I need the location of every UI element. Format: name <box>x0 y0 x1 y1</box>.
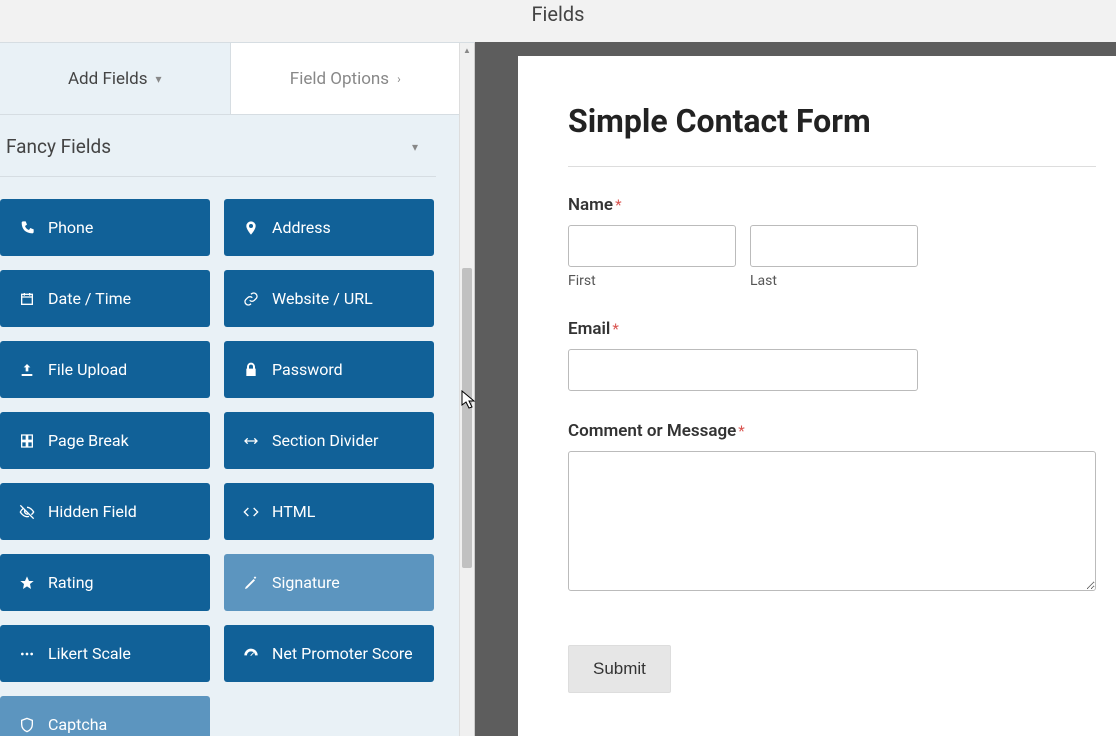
field-button-likert-scale[interactable]: Likert Scale <box>0 625 210 682</box>
code-icon <box>242 504 260 520</box>
phone-icon <box>18 220 36 236</box>
field-button-hidden-field[interactable]: Hidden Field <box>0 483 210 540</box>
star-icon <box>18 575 36 591</box>
sublabel-first: First <box>568 273 736 289</box>
field-name[interactable]: Name* First Last <box>568 195 1116 289</box>
field-button-section-divider[interactable]: Section Divider <box>224 412 434 469</box>
fields-grid: Phone Address Date / Time Website / URL File… <box>0 177 434 736</box>
sublabel-last: Last <box>750 273 918 289</box>
form-title: Simple Contact Form <box>568 102 1116 140</box>
pages-icon <box>18 433 36 449</box>
input-first-name[interactable] <box>568 225 736 267</box>
eye-off-icon <box>18 504 36 520</box>
field-button-phone[interactable]: Phone <box>0 199 210 256</box>
chevron-down-icon: ▾ <box>412 140 418 154</box>
field-button-address[interactable]: Address <box>224 199 434 256</box>
field-button-label: Captcha <box>48 715 107 734</box>
scrollbar[interactable]: ▲ <box>459 43 474 736</box>
input-comment[interactable] <box>568 451 1096 591</box>
chevron-right-icon: › <box>397 72 401 86</box>
scroll-up-icon[interactable]: ▲ <box>460 43 474 58</box>
calendar-icon <box>18 291 36 307</box>
submit-button[interactable]: Submit <box>568 645 671 693</box>
field-button-label: Phone <box>48 218 93 237</box>
pin-icon <box>242 220 260 236</box>
shield-icon <box>18 717 36 733</box>
field-button-html[interactable]: HTML <box>224 483 434 540</box>
input-email[interactable] <box>568 349 918 391</box>
gauge-icon <box>242 646 260 662</box>
label-email: Email* <box>568 319 1116 339</box>
link-icon <box>242 291 260 307</box>
divider <box>568 166 1096 167</box>
field-button-label: HTML <box>272 502 315 521</box>
field-button-signature[interactable]: Signature <box>224 554 434 611</box>
pencil-icon <box>242 575 260 591</box>
lock-icon <box>242 362 260 378</box>
required-mark: * <box>615 196 621 214</box>
required-mark: * <box>738 422 744 440</box>
field-button-net-promoter-score[interactable]: Net Promoter Score <box>224 625 434 682</box>
left-panel: Add Fields ▾ Field Options › Fancy Field… <box>0 42 475 736</box>
tab-add-fields[interactable]: Add Fields ▾ <box>0 43 230 114</box>
field-button-label: Signature <box>272 573 340 592</box>
resize-icon <box>242 433 260 449</box>
field-button-label: Hidden Field <box>48 502 137 521</box>
label-name: Name* <box>568 195 1116 215</box>
field-button-label: Likert Scale <box>48 644 131 663</box>
upload-icon <box>18 362 36 378</box>
section-fancy-fields[interactable]: Fancy Fields ▾ <box>0 115 436 177</box>
field-button-label: Section Divider <box>272 431 378 450</box>
dots-icon <box>18 646 36 662</box>
field-button-website-url[interactable]: Website / URL <box>224 270 434 327</box>
label-comment: Comment or Message* <box>568 421 1116 441</box>
field-button-label: Password <box>272 360 343 379</box>
scroll-thumb[interactable] <box>462 268 472 568</box>
field-button-password[interactable]: Password <box>224 341 434 398</box>
tab-field-options[interactable]: Field Options › <box>230 43 461 114</box>
field-button-date-time[interactable]: Date / Time <box>0 270 210 327</box>
field-button-label: Rating <box>48 573 94 592</box>
page-title: Fields <box>0 0 1116 42</box>
field-button-label: Page Break <box>48 431 129 450</box>
form-card: Simple Contact Form Name* First Last <box>518 56 1116 736</box>
required-mark: * <box>612 320 618 338</box>
field-button-rating[interactable]: Rating <box>0 554 210 611</box>
field-button-file-upload[interactable]: File Upload <box>0 341 210 398</box>
field-button-label: File Upload <box>48 360 127 379</box>
field-comment[interactable]: Comment or Message* <box>568 421 1116 595</box>
field-email[interactable]: Email* <box>568 319 1116 391</box>
field-button-label: Address <box>272 218 331 237</box>
tabs: Add Fields ▾ Field Options › <box>0 43 460 115</box>
field-button-page-break[interactable]: Page Break <box>0 412 210 469</box>
field-button-captcha[interactable]: Captcha <box>0 696 210 736</box>
preview-panel: Simple Contact Form Name* First Last <box>475 42 1116 736</box>
field-button-label: Website / URL <box>272 289 373 308</box>
field-button-label: Net Promoter Score <box>272 644 413 663</box>
chevron-down-icon: ▾ <box>156 72 162 86</box>
field-button-label: Date / Time <box>48 289 131 308</box>
input-last-name[interactable] <box>750 225 918 267</box>
